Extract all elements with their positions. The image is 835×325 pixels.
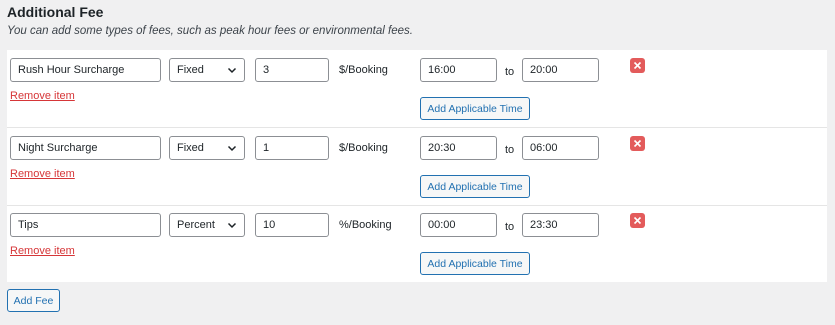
fees-panel: Rush Hour Surcharge Fixed 3 $/Booking 16… [7,50,827,282]
chevron-down-icon [227,145,237,152]
section-title: Additional Fee [7,4,104,20]
add-applicable-time-button[interactable]: Add Applicable Time [420,97,530,120]
fee-type-value: Percent [177,219,215,231]
fee-unit-label: $/Booking [339,64,388,76]
fee-row: Tips Percent 10 %/Booking 00:00 to 23:30… [7,205,827,283]
fee-type-select[interactable]: Fixed [169,58,245,82]
delete-fee-button[interactable] [630,136,645,151]
add-applicable-time-button[interactable]: Add Applicable Time [420,252,530,275]
fee-row: Night Surcharge Fixed 1 $/Booking 20:30 … [7,128,827,206]
delete-fee-button[interactable] [630,58,645,73]
remove-item-link[interactable]: Remove item [10,168,75,180]
fee-type-select[interactable]: Percent [169,213,245,237]
fee-type-value: Fixed [177,64,204,76]
time-range-to-label: to [505,144,515,156]
fee-amount-input[interactable]: 1 [255,136,329,160]
fee-name-input[interactable]: Rush Hour Surcharge [10,58,161,82]
fee-name-input[interactable]: Tips [10,213,161,237]
close-icon [633,216,642,225]
remove-item-link[interactable]: Remove item [10,245,75,257]
fee-name-input[interactable]: Night Surcharge [10,136,161,160]
fee-amount-input[interactable]: 3 [255,58,329,82]
fee-row: Rush Hour Surcharge Fixed 3 $/Booking 16… [7,50,827,128]
time-range-to-label: to [505,66,515,78]
add-applicable-time-button[interactable]: Add Applicable Time [420,175,530,198]
remove-item-link[interactable]: Remove item [10,90,75,102]
close-icon [633,139,642,148]
time-to-input[interactable]: 20:00 [522,58,599,82]
chevron-down-icon [227,67,237,74]
time-from-input[interactable]: 20:30 [420,136,497,160]
time-to-input[interactable]: 06:00 [522,136,599,160]
close-icon [633,61,642,70]
fee-amount-input[interactable]: 10 [255,213,329,237]
time-from-input[interactable]: 16:00 [420,58,497,82]
fee-type-value: Fixed [177,142,204,154]
fee-unit-label: $/Booking [339,142,388,154]
add-fee-button[interactable]: Add Fee [7,289,60,312]
fee-unit-label: %/Booking [339,219,392,231]
chevron-down-icon [227,222,237,229]
time-range-to-label: to [505,221,515,233]
delete-fee-button[interactable] [630,213,645,228]
section-description: You can add some types of fees, such as … [7,25,413,37]
fee-type-select[interactable]: Fixed [169,136,245,160]
time-from-input[interactable]: 00:00 [420,213,497,237]
time-to-input[interactable]: 23:30 [522,213,599,237]
